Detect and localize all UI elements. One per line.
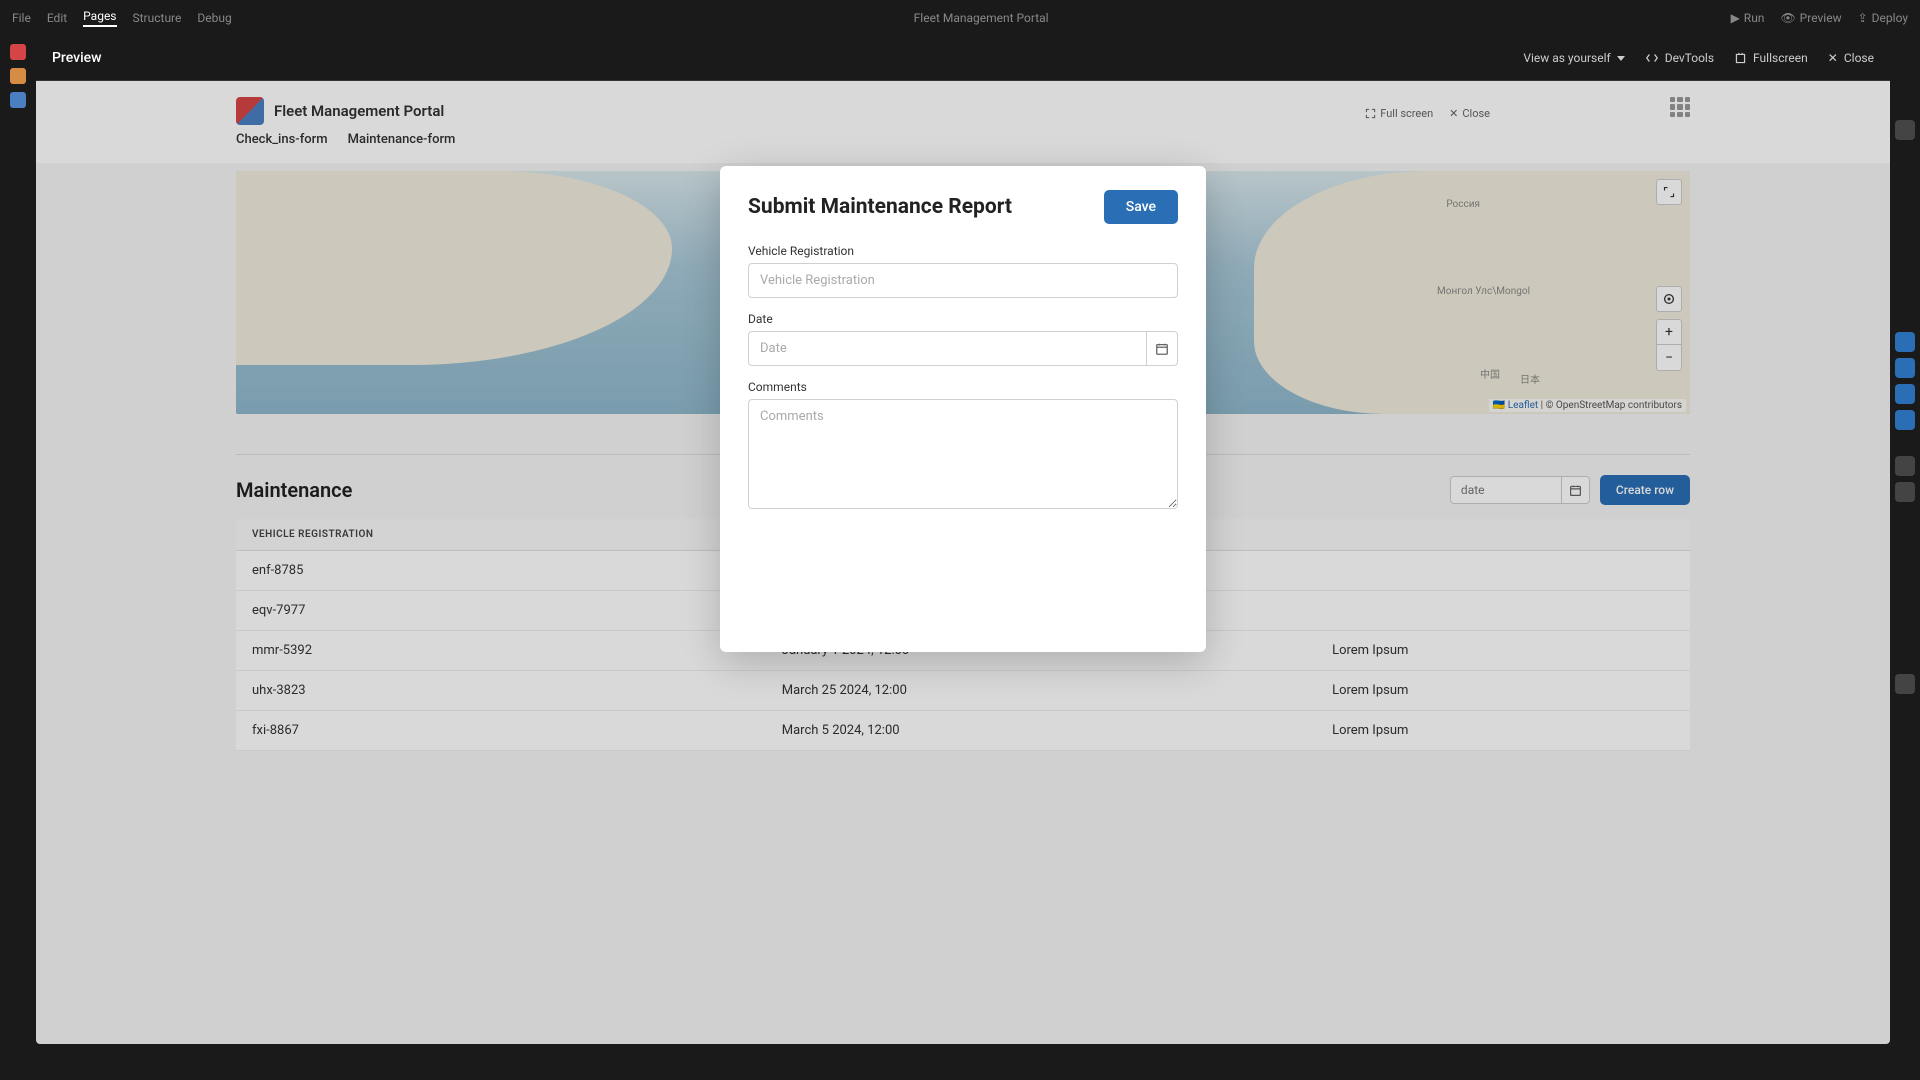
upload-icon: ⇪ <box>1858 11 1868 25</box>
fullscreen-label: Fullscreen <box>1753 51 1808 65</box>
rail-app-icon-2[interactable] <box>10 68 26 84</box>
date-input[interactable] <box>748 331 1146 366</box>
rail-app-icon-3[interactable] <box>10 92 26 108</box>
footer <box>36 1050 1890 1080</box>
nav-edit[interactable]: Edit <box>47 11 67 25</box>
chevron-down-icon <box>1617 56 1625 61</box>
left-rail <box>0 36 36 1080</box>
date-picker-addon[interactable] <box>1146 331 1178 366</box>
run-button[interactable]: ▶ Run <box>1731 11 1765 25</box>
preview-header: Preview View as yourself DevTools Fullsc… <box>36 36 1890 81</box>
eye-icon: 👁 <box>1780 11 1795 25</box>
fullscreen-button[interactable]: Fullscreen <box>1734 51 1808 65</box>
save-button[interactable]: Save <box>1104 190 1178 224</box>
comments-label: Comments <box>748 380 1178 394</box>
preview-body: Fleet Management Portal Full screen ✕ Cl… <box>36 81 1890 1044</box>
right-rail <box>1890 110 1920 694</box>
date-input-group <box>748 331 1178 366</box>
vehicle-reg-group: Vehicle Registration <box>748 244 1178 298</box>
deploy-button[interactable]: ⇪ Deploy <box>1858 11 1908 25</box>
view-as-label: View as yourself <box>1523 51 1610 65</box>
devtools-label: DevTools <box>1665 51 1714 65</box>
run-label: Run <box>1744 11 1765 25</box>
right-rail-item[interactable] <box>1895 358 1915 378</box>
preview-actions: View as yourself DevTools Fullscreen ✕ C… <box>1523 51 1874 65</box>
rail-app-icon-1[interactable] <box>10 44 26 60</box>
preview-modal: Preview View as yourself DevTools Fullsc… <box>36 36 1890 1044</box>
vehicle-reg-label: Vehicle Registration <box>748 244 1178 258</box>
code-icon <box>1645 51 1659 65</box>
nav-debug[interactable]: Debug <box>197 11 231 25</box>
right-rail-item[interactable] <box>1895 120 1915 140</box>
vehicle-reg-input[interactable] <box>748 263 1178 298</box>
right-rail-item[interactable] <box>1895 674 1915 694</box>
deploy-label: Deploy <box>1872 11 1908 25</box>
app-bar-nav: File Edit Pages Structure Debug <box>12 9 232 27</box>
preview-title: Preview <box>52 50 102 66</box>
devtools-button[interactable]: DevTools <box>1645 51 1714 65</box>
view-as-dropdown[interactable]: View as yourself <box>1523 51 1624 65</box>
preview-button[interactable]: 👁 Preview <box>1780 11 1841 25</box>
app-bar-actions: ▶ Run 👁 Preview ⇪ Deploy <box>1731 11 1908 25</box>
date-group: Date <box>748 312 1178 366</box>
right-rail-item[interactable] <box>1895 384 1915 404</box>
modal-title: Submit Maintenance Report <box>748 195 1012 219</box>
nav-file[interactable]: File <box>12 11 31 25</box>
calendar-icon <box>1155 342 1169 356</box>
comments-textarea[interactable] <box>748 399 1178 509</box>
comments-group: Comments <box>748 380 1178 513</box>
maintenance-report-modal: Submit Maintenance Report Save Vehicle R… <box>720 166 1206 652</box>
right-rail-item[interactable] <box>1895 332 1915 352</box>
close-icon: ✕ <box>1828 51 1838 65</box>
right-rail-item[interactable] <box>1895 456 1915 476</box>
nav-structure[interactable]: Structure <box>133 11 182 25</box>
play-icon: ▶ <box>1731 11 1740 25</box>
date-label: Date <box>748 312 1178 326</box>
right-rail-item[interactable] <box>1895 482 1915 502</box>
right-rail-item[interactable] <box>1895 410 1915 430</box>
nav-pages[interactable]: Pages <box>83 9 116 27</box>
close-button[interactable]: ✕ Close <box>1828 51 1874 65</box>
close-label: Close <box>1844 51 1874 65</box>
app-top-bar: File Edit Pages Structure Debug Fleet Ma… <box>0 0 1920 36</box>
modal-overlay[interactable]: Submit Maintenance Report Save Vehicle R… <box>36 81 1890 1044</box>
app-title: Fleet Management Portal <box>232 11 1731 25</box>
modal-header: Submit Maintenance Report Save <box>748 190 1178 224</box>
external-icon <box>1734 52 1747 65</box>
preview-label: Preview <box>1800 11 1842 25</box>
